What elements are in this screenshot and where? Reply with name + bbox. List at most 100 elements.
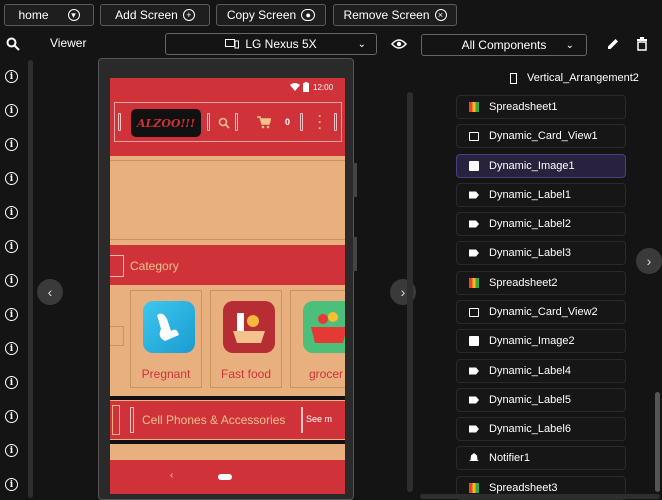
component-item[interactable]: Dynamic_Label2 <box>456 212 626 236</box>
wifi-icon <box>290 83 300 91</box>
category-name: Fast food <box>220 367 272 381</box>
search-icon[interactable] <box>218 117 230 129</box>
category-label: Category <box>130 259 179 273</box>
category-box <box>110 255 124 277</box>
copy-screen-button[interactable]: Copy Screen ● <box>216 4 326 26</box>
info-icon[interactable]: i <box>5 104 18 117</box>
pregnant-icon <box>143 301 195 353</box>
edit-icon[interactable] <box>606 37 620 51</box>
cell-phones-label: Cell Phones & Accessories <box>142 413 286 427</box>
close-circle-icon: × <box>434 9 447 21</box>
category-list: Pregnant Fast food grocer <box>110 290 345 388</box>
component-name: Notifier1 <box>489 452 530 464</box>
label-icon <box>469 191 479 199</box>
component-name: Dynamic_Label1 <box>489 189 571 201</box>
cell-phones-header[interactable]: Cell Phones & Accessories See m <box>110 400 345 440</box>
component-name: Dynamic_Image2 <box>489 335 575 347</box>
component-item[interactable]: Dynamic_Card_View1 <box>456 124 626 148</box>
component-name: Spreadsheet2 <box>489 277 558 289</box>
screen-select[interactable]: home ▾ <box>4 4 94 26</box>
info-icon[interactable]: i <box>5 444 18 457</box>
device-select[interactable]: LG Nexus 5X ⌄ <box>165 33 377 55</box>
component-name: Dynamic_Image1 <box>489 160 575 172</box>
info-icon[interactable]: i <box>5 138 18 151</box>
viewer-label: Viewer <box>50 36 87 50</box>
component-item[interactable]: Spreadsheet2 <box>456 271 626 295</box>
device-label: LG Nexus 5X <box>245 37 317 51</box>
add-screen-label: Add Screen <box>115 8 178 22</box>
home-pill[interactable] <box>218 474 232 480</box>
component-item[interactable]: Dynamic_Label5 <box>456 388 626 412</box>
info-icon[interactable]: i <box>5 376 18 389</box>
component-item[interactable]: Dynamic_Label1 <box>456 183 626 207</box>
component-item[interactable]: Spreadsheet1 <box>456 95 626 119</box>
app-header-inner: ALZOO!!! 0 · · · <box>114 102 342 142</box>
search-icon[interactable] <box>6 37 20 51</box>
component-item[interactable]: Dynamic_Label3 <box>456 241 626 265</box>
phone-side-button <box>353 237 357 271</box>
banner-area <box>110 160 345 240</box>
info-icon[interactable]: i <box>5 172 18 185</box>
eye-icon[interactable] <box>391 38 407 50</box>
info-icon[interactable]: i <box>5 308 18 321</box>
viewer-prev-button[interactable]: ‹ <box>37 279 63 305</box>
cart-icon[interactable] <box>257 116 271 129</box>
spreadsheet-icon <box>469 483 479 493</box>
info-icon[interactable]: i <box>5 70 18 83</box>
remove-screen-label: Remove Screen <box>343 8 430 22</box>
back-icon[interactable]: ‹ <box>170 470 173 481</box>
info-icon[interactable]: i <box>5 274 18 287</box>
category-name: grocer <box>308 367 343 381</box>
toggle-icon: ● <box>301 9 316 21</box>
component-item[interactable]: Dynamic_Image2 <box>456 329 626 353</box>
category-item[interactable]: Fast food <box>210 290 282 388</box>
components-scrollbar[interactable] <box>655 392 660 492</box>
bell-icon <box>469 453 479 461</box>
separator <box>207 113 210 131</box>
screen-select-label: home <box>18 8 49 22</box>
panel-next-button[interactable]: › <box>636 248 662 274</box>
component-name: Dynamic_Label5 <box>489 394 571 406</box>
battery-icon <box>303 82 309 92</box>
top-toolbar: home ▾ Add Screen + Copy Screen ● Remove… <box>0 0 662 30</box>
image-icon <box>469 161 479 171</box>
separator <box>300 113 303 131</box>
component-item[interactable]: Dynamic_Card_View2 <box>456 300 626 324</box>
properties-scrollbar[interactable] <box>28 60 33 498</box>
category-item[interactable]: Pregnant <box>130 290 202 388</box>
components-hscrollbar[interactable] <box>420 494 660 499</box>
component-name: Dynamic_Label4 <box>489 365 571 377</box>
info-icon[interactable]: i <box>5 410 18 423</box>
label-icon <box>469 249 479 257</box>
components-filter-select[interactable]: All Components ⌄ <box>421 34 587 56</box>
component-item[interactable]: Dynamic_Label4 <box>456 359 626 383</box>
separator <box>130 407 134 433</box>
remove-screen-button[interactable]: Remove Screen × <box>333 4 457 26</box>
viewer-scrollbar[interactable] <box>407 92 413 492</box>
info-icon[interactable]: i <box>5 478 18 491</box>
component-name: Dynamic_Label6 <box>489 423 571 435</box>
component-name: Vertical_Arrangement2 <box>527 72 639 84</box>
separator <box>112 405 120 435</box>
component-item[interactable]: Notifier1 <box>456 446 626 470</box>
grocery-icon <box>303 301 345 353</box>
category-item[interactable]: grocer <box>290 290 345 388</box>
separator <box>235 113 238 131</box>
component-item[interactable]: Vertical_Arrangement2 <box>500 66 650 90</box>
info-icon[interactable]: i <box>5 240 18 253</box>
component-name: Spreadsheet3 <box>489 482 558 494</box>
phone-side-button <box>353 163 357 197</box>
component-item-selected[interactable]: Dynamic_Image1 <box>456 154 626 178</box>
component-item[interactable]: Dynamic_Label6 <box>456 417 626 441</box>
more-vert-icon[interactable]: · · · <box>318 110 322 134</box>
add-screen-button[interactable]: Add Screen + <box>100 4 210 26</box>
component-name: Spreadsheet1 <box>489 101 558 113</box>
device-icon <box>225 39 240 49</box>
chevron-down-icon: ⌄ <box>357 38 366 50</box>
info-icon[interactable]: i <box>5 342 18 355</box>
card-view-icon <box>469 307 479 317</box>
see-more-link[interactable]: See m <box>306 414 332 424</box>
info-icon[interactable]: i <box>5 206 18 219</box>
label-icon <box>469 425 479 433</box>
trash-icon[interactable] <box>636 37 648 51</box>
